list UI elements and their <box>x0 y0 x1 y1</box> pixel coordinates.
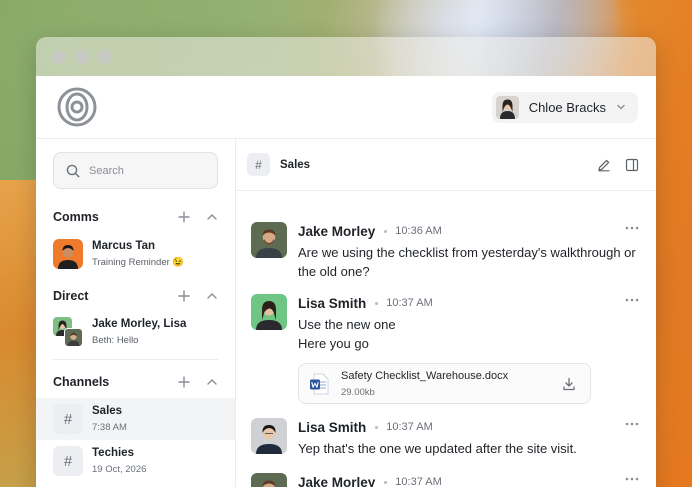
sidebar: Search Comms Marcus Tan Training Reminde… <box>36 139 236 487</box>
more-horizontal-icon[interactable] <box>625 226 639 230</box>
item-time: 19 Oct, 2026 <box>92 464 147 475</box>
section-title: Channels <box>53 375 110 389</box>
message-line: Use the new one <box>298 317 396 332</box>
window-close-button[interactable] <box>52 49 66 64</box>
message-item: Lisa Smith 10:37 AM Yep that's the one w… <box>251 418 639 458</box>
sidebar-item-techies[interactable]: # Techies 19 Oct, 2026 <box>36 440 235 482</box>
avatar <box>251 294 287 330</box>
window-maximize-button[interactable] <box>98 49 112 64</box>
avatar <box>53 239 83 269</box>
message-author: Lisa Smith <box>298 295 367 311</box>
more-horizontal-icon[interactable] <box>625 298 639 302</box>
plus-icon[interactable] <box>178 376 190 388</box>
message-line: Yep that's the one we updated after the … <box>298 441 577 456</box>
message-author: Lisa Smith <box>298 419 367 435</box>
item-title: Marcus Tan <box>92 240 156 252</box>
section-comms-header: Comms <box>36 207 235 227</box>
channel-header: # Sales <box>236 139 656 191</box>
item-preview: Training Reminder 😉 <box>92 257 185 268</box>
app-body: Search Comms Marcus Tan Training Reminde… <box>36 139 656 487</box>
section-title: Comms <box>53 210 99 224</box>
section-channels-header: Channels <box>36 372 235 392</box>
edit-icon[interactable] <box>597 158 611 172</box>
spiral-logo-icon[interactable] <box>56 86 98 128</box>
message-line: Are we using the checklist from yesterda… <box>298 245 636 260</box>
item-title: Jake Morley, Lisa <box>92 318 187 330</box>
plus-icon[interactable] <box>178 211 190 223</box>
avatar <box>495 95 519 119</box>
attachment-name: Safety Checklist_Warehouse.docx <box>341 369 509 382</box>
separator-dot <box>375 425 379 429</box>
message-item: Lisa Smith 10:37 AM Use the new one Here… <box>251 294 639 404</box>
message-time: 10:37 AM <box>386 297 433 309</box>
avatar <box>251 222 287 258</box>
message-time: 10:37 AM <box>395 476 442 487</box>
message-text: Yep that's the one we updated after the … <box>298 439 639 458</box>
message-text: Use the new one Here you go <box>298 315 639 353</box>
item-time: 7:38 AM <box>92 422 127 433</box>
message-line: Here you go <box>298 336 369 351</box>
top-bar: Chloe Bracks <box>36 76 656 139</box>
hash-icon: # <box>247 153 270 176</box>
search-input[interactable]: Search <box>53 152 218 189</box>
hash-icon: # <box>53 404 83 434</box>
channel-view: # Sales Jake Morley 10:36 AM Are we usin… <box>236 139 656 487</box>
item-title: Sales <box>92 405 123 417</box>
chevron-down-icon <box>617 104 625 110</box>
message-author: Jake Morley <box>298 474 376 487</box>
sidebar-panel-icon[interactable] <box>625 158 639 172</box>
app-content: Chloe Bracks Search Comms Marcus Tan Tra… <box>36 76 656 487</box>
message-item: Jake Morley 10:37 AM <box>251 473 639 487</box>
message-item: Jake Morley 10:36 AM Are we using the ch… <box>251 222 639 281</box>
more-horizontal-icon[interactable] <box>625 422 639 426</box>
section-direct-header: Direct <box>36 286 235 306</box>
window-minimize-button[interactable] <box>75 49 89 64</box>
separator-dot <box>384 480 388 484</box>
message-author: Jake Morley <box>298 223 376 239</box>
app-window: Chloe Bracks Search Comms Marcus Tan Tra… <box>36 37 656 487</box>
sidebar-divider <box>53 359 218 360</box>
more-horizontal-icon[interactable] <box>625 477 639 481</box>
hash-icon: # <box>53 446 83 476</box>
chevron-up-icon[interactable] <box>206 376 218 388</box>
separator-dot <box>375 301 379 305</box>
word-document-icon <box>310 373 329 394</box>
separator-dot <box>384 229 388 233</box>
message-text: Are we using the checklist from yesterda… <box>298 243 639 281</box>
plus-icon[interactable] <box>178 290 190 302</box>
list-item-marcus-tan[interactable]: Marcus Tan Training Reminder 😉 <box>36 239 235 269</box>
chevron-up-icon[interactable] <box>206 211 218 223</box>
item-title: Techies <box>92 447 134 459</box>
sidebar-item-sales[interactable]: # Sales 7:38 AM <box>36 398 235 440</box>
avatar <box>251 418 287 454</box>
channel-title: Sales <box>280 158 311 171</box>
attachment-card[interactable]: Safety Checklist_Warehouse.docx 29.00kb <box>298 363 591 404</box>
section-title: Direct <box>53 289 89 303</box>
download-icon[interactable] <box>562 377 576 391</box>
chevron-up-icon[interactable] <box>206 290 218 302</box>
window-titlebar <box>36 37 656 76</box>
message-time: 10:36 AM <box>395 225 442 237</box>
search-icon <box>66 164 80 177</box>
avatar <box>251 473 287 487</box>
user-menu-button[interactable]: Chloe Bracks <box>491 91 638 123</box>
list-item-jake-lisa[interactable]: Jake Morley, Lisa Beth: Hello <box>36 317 235 347</box>
message-line: the old one? <box>298 264 370 279</box>
message-time: 10:37 AM <box>386 421 433 433</box>
attachment-size: 29.00kb <box>341 386 375 398</box>
item-preview: Beth: Hello <box>92 335 139 346</box>
user-name: Chloe Bracks <box>528 99 606 115</box>
search-placeholder: Search <box>89 164 124 177</box>
group-avatar <box>53 317 83 347</box>
